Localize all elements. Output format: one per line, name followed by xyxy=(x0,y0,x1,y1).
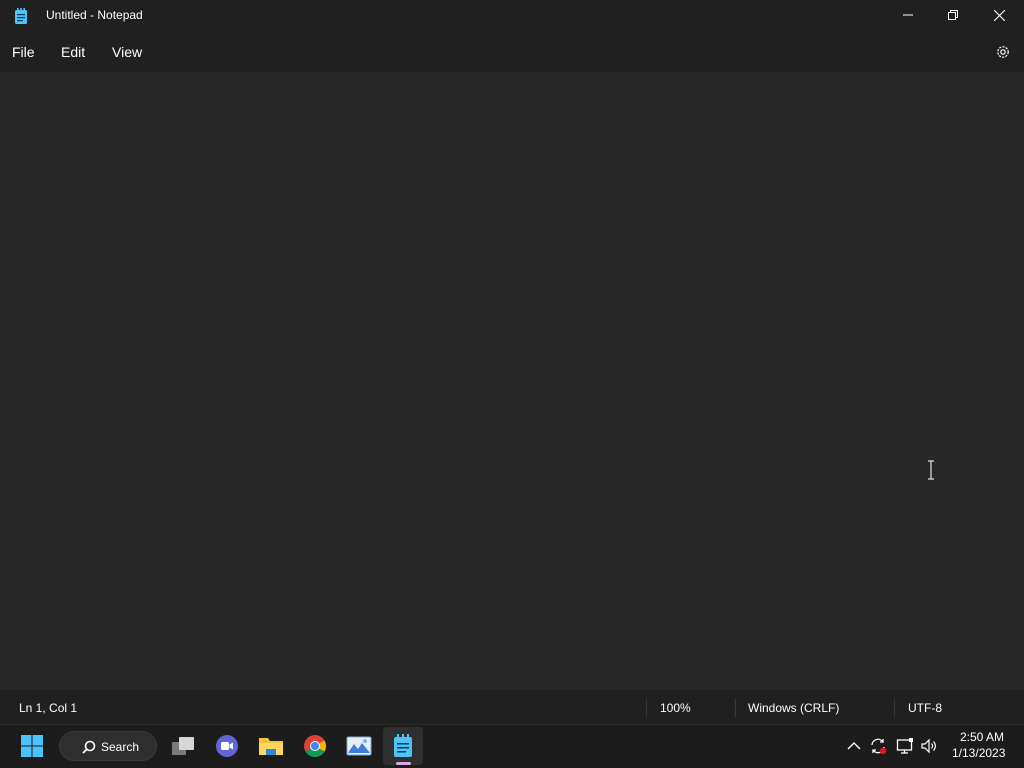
chrome-icon[interactable] xyxy=(302,733,328,759)
zoom-level: 100% xyxy=(660,701,691,715)
start-icon[interactable] xyxy=(19,733,45,759)
menu-edit[interactable]: Edit xyxy=(61,44,85,60)
clock-date[interactable]: 1/13/2023 xyxy=(952,746,1005,760)
status-divider xyxy=(646,699,647,717)
text-editor[interactable] xyxy=(0,72,1024,690)
encoding: UTF-8 xyxy=(908,701,942,715)
status-divider xyxy=(894,699,895,717)
gear-icon[interactable] xyxy=(994,43,1012,61)
notepad-icon xyxy=(14,8,28,24)
search-icon xyxy=(82,740,96,754)
clock-time[interactable]: 2:50 AM xyxy=(960,730,1004,744)
cursor-position: Ln 1, Col 1 xyxy=(19,701,78,715)
status-divider xyxy=(735,699,736,717)
text-cursor-icon xyxy=(926,460,936,480)
task-view-icon[interactable] xyxy=(170,733,196,759)
photos-icon[interactable] xyxy=(346,733,372,759)
notepad-icon[interactable] xyxy=(390,733,416,759)
volume-icon[interactable] xyxy=(920,737,938,755)
file-explorer-icon[interactable] xyxy=(258,733,284,759)
title-bar[interactable]: Untitled - Notepad xyxy=(0,0,1024,32)
minimize-button[interactable] xyxy=(885,0,931,30)
taskbar: Search 2:50 AM 1/13/2023 xyxy=(0,724,1024,768)
chevron-up-icon[interactable] xyxy=(845,737,863,755)
sync-icon[interactable] xyxy=(869,737,887,755)
close-button[interactable] xyxy=(976,0,1022,30)
status-bar: Ln 1, Col 1 100% Windows (CRLF) UTF-8 xyxy=(0,690,1024,724)
network-icon[interactable] xyxy=(896,737,914,755)
line-endings: Windows (CRLF) xyxy=(748,701,840,715)
restore-button[interactable] xyxy=(930,0,976,30)
search-button[interactable]: Search xyxy=(59,731,157,761)
menu-view[interactable]: View xyxy=(112,44,142,60)
menu-file[interactable]: File xyxy=(12,44,35,60)
search-label: Search xyxy=(101,740,140,754)
active-app-indicator xyxy=(396,762,411,765)
teams-chat-icon[interactable] xyxy=(214,733,240,759)
window-title: Untitled - Notepad xyxy=(46,8,143,22)
menu-bar: File Edit View xyxy=(0,32,1024,72)
